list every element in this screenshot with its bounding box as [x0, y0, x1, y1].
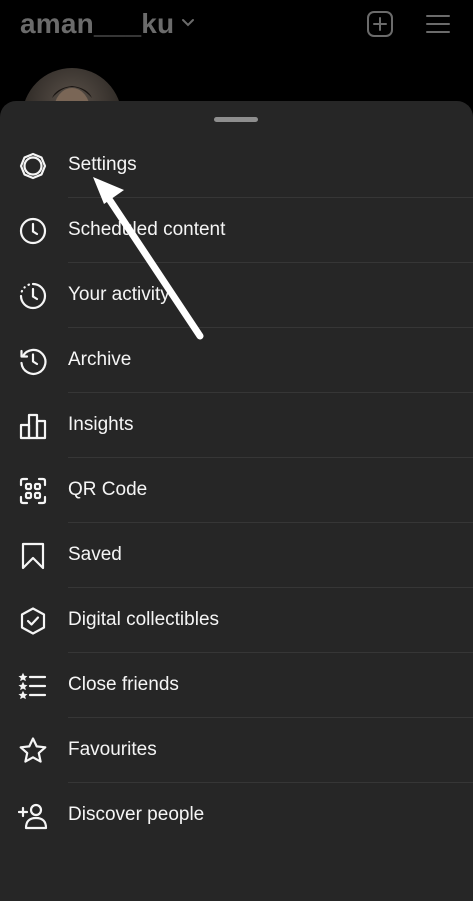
menu-item-scheduled-content[interactable]: Scheduled content: [0, 198, 473, 263]
menu-item-label: Favourites: [68, 739, 157, 760]
menu-item-discover-people[interactable]: Discover people: [0, 783, 473, 848]
menu-item-archive[interactable]: Archive: [0, 328, 473, 393]
menu-item-close-friends[interactable]: Close friends: [0, 653, 473, 718]
hamburger-menu-icon[interactable]: [424, 10, 452, 43]
menu-item-digital-collectibles[interactable]: Digital collectibles: [0, 588, 473, 653]
chevron-down-icon[interactable]: [180, 14, 196, 35]
add-person-icon: [18, 801, 48, 831]
shield-check-icon: [18, 606, 48, 636]
insights-icon: [18, 411, 48, 441]
menu-item-label: QR Code: [68, 479, 148, 500]
options-sheet: Settings Scheduled content Your activity: [0, 101, 473, 901]
menu-item-label: Saved: [68, 544, 122, 565]
gear-icon: [18, 151, 48, 181]
menu-item-saved[interactable]: Saved: [0, 523, 473, 588]
menu-item-label: Archive: [68, 349, 132, 370]
clock-icon: [18, 216, 48, 246]
menu-item-label: Digital collectibles: [68, 609, 220, 630]
archive-icon: [18, 346, 48, 376]
username-title[interactable]: aman___ku: [20, 8, 174, 40]
menu-item-qr-code[interactable]: QR Code: [0, 458, 473, 523]
menu-item-label: Close friends: [68, 674, 179, 695]
menu-item-insights[interactable]: Insights: [0, 393, 473, 458]
menu-item-label: Insights: [68, 414, 134, 435]
menu-item-favourites[interactable]: Favourites: [0, 718, 473, 783]
activity-icon: [18, 281, 48, 311]
close-friends-icon: [18, 671, 48, 701]
menu-item-settings[interactable]: Settings: [0, 133, 473, 198]
bookmark-icon: [18, 541, 48, 571]
menu-item-label: Discover people: [68, 804, 205, 825]
menu-item-your-activity[interactable]: Your activity: [0, 263, 473, 328]
star-icon: [18, 736, 48, 766]
qr-code-icon: [18, 476, 48, 506]
menu-item-label: Your activity: [68, 284, 170, 305]
menu-item-label: Scheduled content: [68, 219, 226, 240]
sheet-handle[interactable]: [214, 117, 258, 122]
top-bar: aman___ku: [0, 0, 473, 60]
menu-item-label: Settings: [68, 154, 137, 175]
plus-square-icon[interactable]: [366, 10, 394, 43]
